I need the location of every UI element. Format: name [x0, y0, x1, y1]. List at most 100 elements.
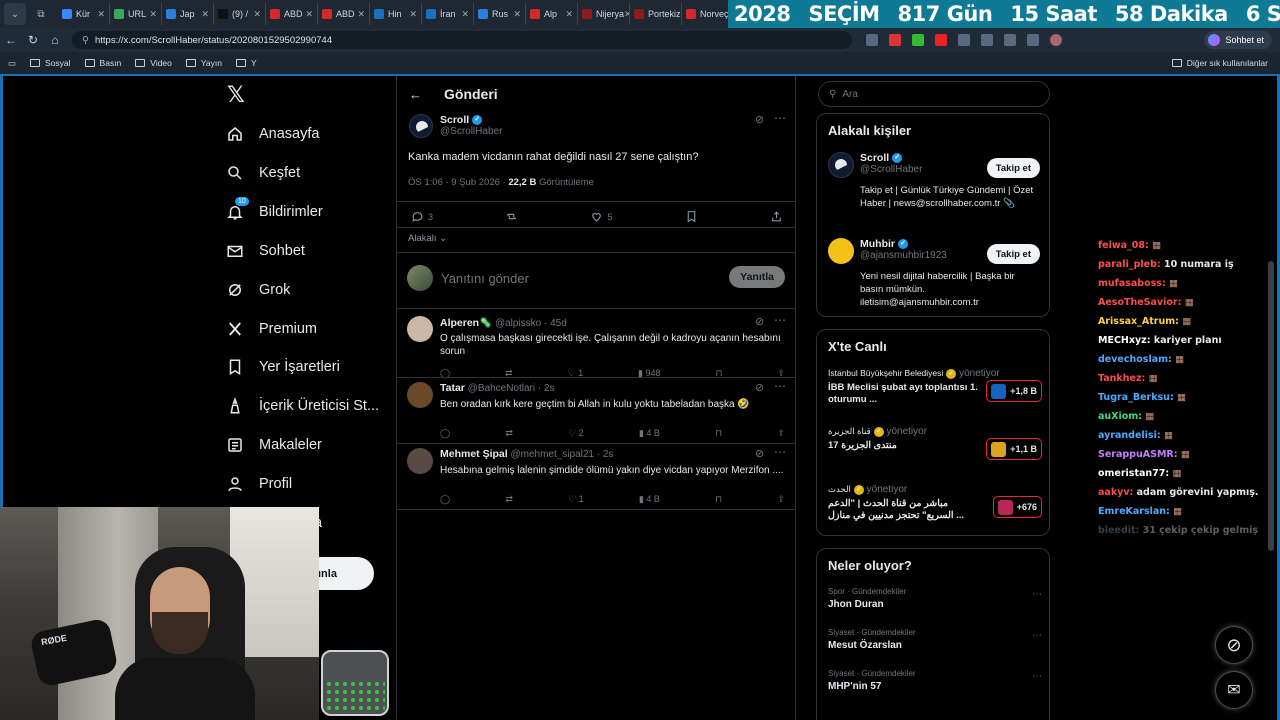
tab-actions-button[interactable]: ⌄	[4, 3, 26, 25]
browser-tab[interactable]: Hin ✕	[370, 3, 422, 25]
extension-icon[interactable]	[935, 34, 947, 46]
reply-button[interactable]: Yanıtla	[729, 266, 785, 288]
nav-item-makaleler[interactable]: Makaleler	[225, 431, 322, 459]
reply-author[interactable]: Mehmet Şipal @mehmet_sipal21 · 2s	[440, 448, 613, 460]
more-icon[interactable]: ⋯	[1032, 630, 1042, 641]
extension-icon[interactable]	[866, 34, 878, 46]
nav-item-sohbet[interactable]: Sohbet	[225, 237, 305, 265]
reply-avatar[interactable]	[407, 448, 433, 474]
person-name-block[interactable]: Muhbir ✓ @ajansmuhbir1923	[860, 238, 947, 261]
reply-author-name[interactable]: Tatar	[440, 382, 465, 394]
browser-tab[interactable]: Nijerya✕	[578, 3, 630, 25]
reload-icon[interactable]: ↻	[22, 33, 44, 47]
reply-icon[interactable]: ◯	[440, 494, 450, 505]
more-icon[interactable]: ⋯	[774, 313, 786, 327]
nav-item-i-çerik-üreticisi-st-[interactable]: İçerik Üreticisi St...	[225, 392, 379, 420]
close-icon[interactable]: ✕	[97, 9, 105, 20]
nav-item-premium[interactable]: Premium	[225, 315, 317, 343]
extension-icon[interactable]	[1004, 34, 1016, 46]
share-icon[interactable]: ⇪	[777, 428, 785, 439]
workspaces-icon[interactable]: ⧉	[30, 3, 52, 25]
extension-icon[interactable]	[889, 34, 901, 46]
reply-author[interactable]: Alperen🦠 @alpissko · 45d	[440, 316, 567, 329]
views-action[interactable]: ▮ 4 B	[639, 494, 660, 505]
copilot-chat-button[interactable]: Sohbet et	[1204, 31, 1272, 49]
trend-item[interactable]: Spor · Gündemdekiler Jhon Duran ⋯	[828, 587, 1042, 610]
browser-tab[interactable]: Norveç✕	[682, 3, 734, 25]
reply-avatar[interactable]	[407, 316, 433, 342]
close-icon[interactable]: ✕	[305, 9, 313, 20]
bookmark-icon[interactable]: ⊓	[715, 428, 722, 439]
bookmark-folder[interactable]: Sosyal	[30, 58, 71, 68]
extension-icon[interactable]	[1027, 34, 1039, 46]
bookmark-folder[interactable]: Basın	[84, 58, 121, 68]
more-icon[interactable]: ⋯	[774, 111, 786, 125]
browser-tab[interactable]: ABD ✕	[266, 3, 318, 25]
person-name[interactable]: Scroll ✓	[860, 152, 922, 164]
nav-item-profil[interactable]: Profil	[225, 470, 292, 498]
grok-fab[interactable]: ⊘	[1215, 626, 1253, 664]
live-space-item[interactable]: قناة الجزيرة ✓ yönetiyor منتدى الجزيرة 17 +…	[828, 426, 1042, 478]
reply-icon[interactable]: ◯	[440, 428, 450, 439]
live-listener-badge[interactable]: +1,8 B	[986, 380, 1042, 402]
back-icon[interactable]: ←	[0, 33, 22, 47]
reply-author-handle[interactable]: @mehmet_sipal21 · 2s	[508, 449, 613, 460]
browser-tab[interactable]: ABD ✕	[318, 3, 370, 25]
bookmark-folder[interactable]: Yayın	[185, 58, 222, 68]
share-action[interactable]	[770, 210, 783, 223]
reply-author-name[interactable]: Mehmet Şipal	[440, 448, 508, 460]
extension-icon[interactable]	[912, 34, 924, 46]
browser-tab[interactable]: Rus ✕	[474, 3, 526, 25]
back-arrow-icon[interactable]: ←	[409, 87, 422, 102]
author-name[interactable]: Scroll	[440, 114, 469, 126]
browser-tab[interactable]: Alp ✕	[526, 3, 578, 25]
site-info-icon[interactable]: ⚲	[82, 35, 89, 46]
search-input[interactable]: ⚲ Ara	[818, 81, 1050, 107]
live-listener-badge[interactable]: +1,1 B	[986, 438, 1042, 460]
profile-avatar-icon[interactable]	[1050, 34, 1062, 46]
x-logo-icon[interactable]: 𝕏	[227, 85, 247, 107]
close-icon[interactable]: ✕	[409, 9, 417, 20]
sort-dropdown[interactable]: Alakalı ⌄	[408, 233, 447, 244]
share-icon[interactable]: ⇪	[777, 494, 785, 505]
trend-item[interactable]: Siyaset · Gündemdekiler MHP'nin 57 ⋯	[828, 669, 1042, 692]
bookmark-action[interactable]	[685, 210, 698, 223]
live-listener-badge[interactable]: +676	[992, 496, 1042, 518]
extension-icon[interactable]	[958, 34, 970, 46]
like-action[interactable]: ♡ 1	[568, 494, 584, 505]
browser-tab[interactable]: (9) / ✕	[214, 3, 266, 25]
close-icon[interactable]: ✕	[357, 9, 365, 20]
reply-action[interactable]: 3	[411, 210, 433, 223]
follow-button[interactable]: Takip et	[986, 244, 1040, 264]
extension-icon[interactable]	[981, 34, 993, 46]
url-field[interactable]: ⚲ https://x.com/ScrollHaber/status/20208…	[72, 31, 852, 49]
reply-input[interactable]: Yanıtını gönder	[441, 271, 529, 286]
browser-tab[interactable]: İran ✕	[422, 3, 474, 25]
close-icon[interactable]: ✕	[149, 9, 157, 20]
messages-fab[interactable]: ✉	[1215, 671, 1253, 709]
own-avatar[interactable]	[407, 265, 433, 291]
other-bookmarks[interactable]: Diğer sık kullanılanlar	[1171, 58, 1268, 68]
person-name-block[interactable]: Scroll ✓ @ScrollHaber	[860, 152, 922, 175]
browser-tab[interactable]: Kür ✕	[58, 3, 110, 25]
person-avatar[interactable]	[828, 238, 854, 264]
reply-author-handle[interactable]: @BahceNotlari · 2s	[465, 383, 555, 394]
grok-icon[interactable]: ⊘	[755, 447, 764, 460]
close-icon[interactable]: ✕	[461, 9, 469, 20]
person-handle[interactable]: @ScrollHaber	[860, 164, 922, 175]
grok-icon[interactable]: ⊘	[755, 113, 764, 126]
like-action[interactable]: ♡ 2	[568, 428, 584, 439]
bookmark-icon[interactable]: ⊓	[715, 494, 722, 505]
live-space-item[interactable]: الحدث ✓ yönetiyor مباشر من قناة الحدث | "ا…	[828, 484, 1042, 536]
repost-icon[interactable]: ⇄	[505, 494, 513, 505]
bookmark-folder[interactable]: Video	[135, 58, 172, 68]
more-icon[interactable]: ⋯	[774, 379, 786, 393]
more-icon[interactable]: ⋯	[774, 445, 786, 459]
post-time[interactable]: ÖS 1:06 · 9 Şub 2026 ·	[408, 177, 506, 188]
grok-icon[interactable]: ⊘	[755, 315, 764, 328]
more-icon[interactable]: ⋯	[1032, 671, 1042, 682]
reply-author-name[interactable]: Alperen	[440, 317, 479, 329]
author-avatar[interactable]	[409, 114, 433, 138]
nav-item-grok[interactable]: Grok	[225, 276, 290, 304]
repost-action[interactable]	[505, 210, 518, 223]
